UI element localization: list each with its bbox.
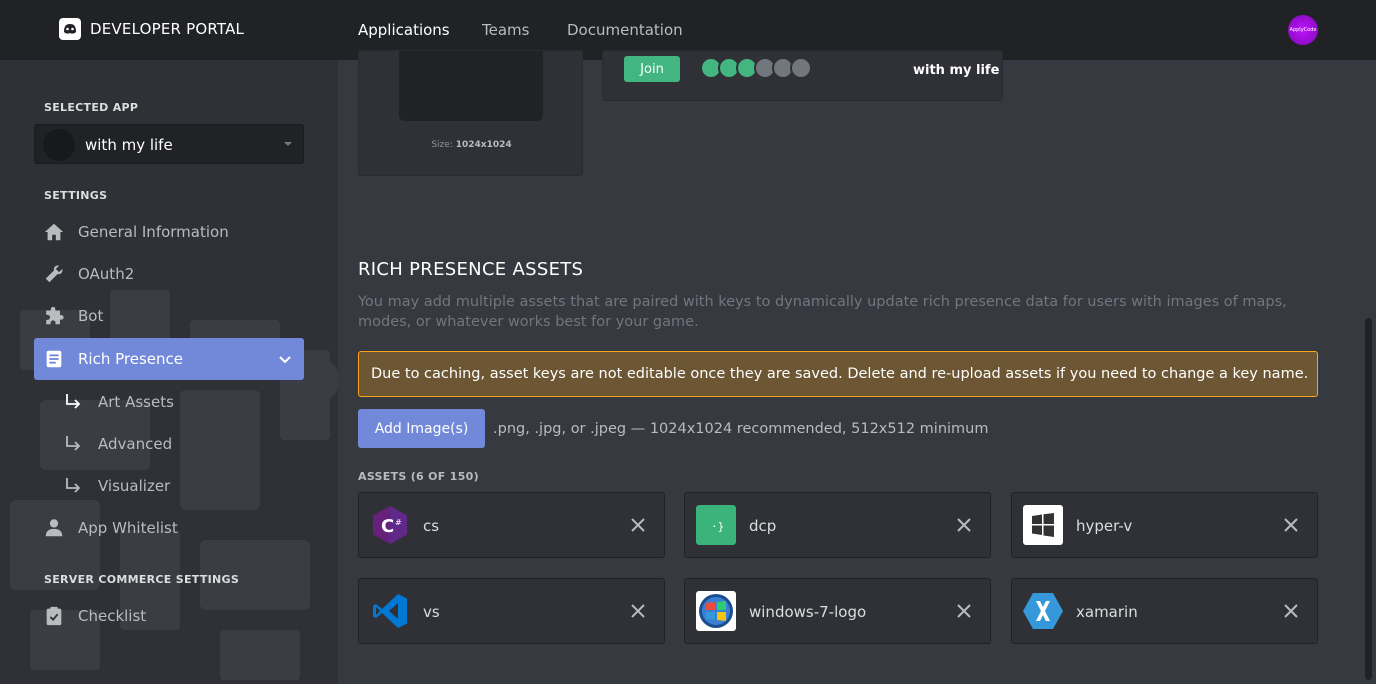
brand-title: DEVELOPER PORTAL [90,20,245,38]
close-icon[interactable] [1283,517,1299,533]
svg-text:C: C [381,516,394,537]
document-icon [46,350,62,368]
asset-card: xamarin [1011,578,1318,644]
app-avatar [43,129,75,161]
asset-card: windows-7-logo [684,578,991,644]
asset-key: windows-7-logo [749,603,867,621]
join-button[interactable]: Join [624,56,680,82]
app-selector[interactable]: with my life [34,124,304,164]
server-commerce-label: SERVER COMMERCE SETTINGS [44,573,240,586]
sidebar-item-label: App Whitelist [78,519,178,537]
sidebar-item-label: Checklist [78,607,147,625]
hyper-v-icon [1023,505,1063,545]
home-icon [44,223,64,241]
sidebar-subitem-label: Visualizer [98,477,171,495]
selected-app-label: SELECTED APP [44,101,139,114]
sidebar-item-oauth2[interactable]: OAuth2 [34,253,304,295]
sidebar-item-app-whitelist[interactable]: App Whitelist [34,507,304,549]
user-icon [45,519,63,537]
assets-count-label: ASSETS (6 OF 150) [358,470,479,483]
subdirectory-arrow-icon [66,436,81,451]
dcp-icon: ·} [696,505,736,545]
csharp-icon: C # [370,505,410,545]
clipboard-check-icon [46,606,62,626]
sidebar-item-checklist[interactable]: Checklist [34,595,304,637]
section-title: RICH PRESENCE ASSETS [358,259,584,280]
warning-banner: Due to caching, asset keys are not edita… [358,351,1318,397]
user-avatar[interactable]: ApplyCode [1288,15,1318,45]
close-icon[interactable] [630,517,646,533]
tab-teams[interactable]: Teams [482,21,529,39]
tab-documentation[interactable]: Documentation [567,21,683,39]
icon-preview-area [399,51,543,121]
asset-card: C # cs [358,492,665,558]
puzzle-icon [46,306,64,325]
subdirectory-arrow-icon [66,478,81,493]
asset-card: vs [358,578,665,644]
size-prefix: Size: [431,140,453,150]
asset-key: hyper-v [1076,517,1133,535]
warning-text: Due to caching, asset keys are not edita… [371,366,1309,382]
add-images-button[interactable]: Add Image(s) [358,409,485,448]
asset-key: xamarin [1076,603,1138,621]
upload-hint: .png, .jpg, or .jpeg — 1024x1024 recomme… [493,421,989,437]
sidebar-item-label: OAuth2 [78,265,135,283]
sidebar-item-label: General Information [78,223,229,241]
xamarin-icon [1023,591,1063,631]
asset-key: vs [423,603,440,621]
discord-logo-icon [59,18,81,40]
close-icon[interactable] [956,517,972,533]
avatar-text: ApplyCode [1289,27,1317,33]
section-description: You may add multiple assets that are pai… [358,294,1287,330]
close-icon[interactable] [630,603,646,619]
sidebar-item-rich-presence[interactable]: Rich Presence [34,338,304,380]
sidebar-item-label: Rich Presence [78,350,183,368]
selected-app-name: with my life [85,136,173,154]
sidebar-subitem-label: Advanced [98,435,173,453]
close-icon[interactable] [956,603,972,619]
close-icon[interactable] [1283,603,1299,619]
app-icon-preview-card: Size: 1024x1024 [358,50,583,176]
asset-key: cs [423,517,440,535]
wrench-icon [45,265,63,283]
scrollbar-thumb[interactable] [1365,318,1372,680]
visual-studio-icon [370,591,410,631]
brand[interactable]: DEVELOPER PORTAL [58,17,244,41]
asset-card: hyper-v [1011,492,1318,558]
size-value: 1024x1024 [455,140,512,150]
tab-applications[interactable]: Applications [358,21,450,39]
asset-key: dcp [749,517,777,535]
sidebar-subitem-label: Art Assets [98,393,174,411]
windows-7-logo-icon [696,591,736,631]
svg-text:#: # [395,518,402,527]
chevron-down-icon [279,356,291,364]
subdirectory-arrow-icon [66,394,81,409]
settings-label: SETTINGS [44,189,108,202]
caret-down-icon [284,142,292,146]
sidebar: SELECTED APP with my life SETTINGS Gener… [0,60,338,684]
svg-text:·}: ·} [711,520,724,533]
asset-card: ·} dcp [684,492,991,558]
presence-app-name: with my life [913,63,1000,78]
sidebar-item-general-information[interactable]: General Information [34,211,304,253]
icon-size-text: Size: 1024x1024 [359,140,584,150]
sidebar-item-bot[interactable]: Bot [34,295,304,337]
sidebar-item-label: Bot [78,307,104,325]
main-content: Size: 1024x1024 Join with my life RICH P… [338,50,1376,684]
party-slot [790,57,812,79]
presence-preview-card: Join with my life [602,50,1003,101]
